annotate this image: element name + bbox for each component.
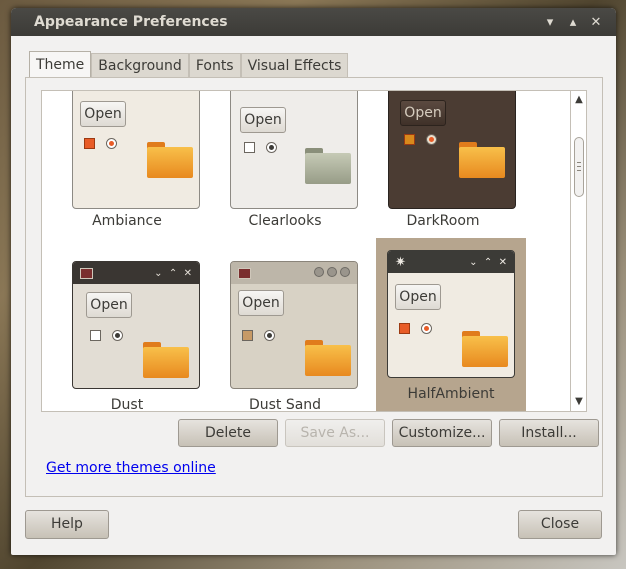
close-window-button[interactable]: ✕ [588, 14, 604, 30]
maximize-button[interactable]: ▴ [565, 14, 581, 30]
preview-open-button: Open [395, 284, 441, 310]
theme-icon-view[interactable]: Open Ambiance Open Clearlooks Open DarkR… [41, 90, 571, 412]
scroll-up-icon[interactable]: ▲ [573, 94, 585, 106]
theme-preview: ✷ ⌄ ⌃ ✕ Open [387, 250, 515, 378]
theme-name-label: Clearlooks [248, 213, 322, 229]
preview-window-controls-icon [311, 265, 350, 281]
scroll-down-icon[interactable]: ▼ [573, 396, 585, 408]
app-icon [238, 267, 251, 279]
theme-preview: ⌄ ⌃ ✕ Open [72, 261, 200, 389]
preview-titlebar [231, 262, 357, 284]
preview-open-button: Open [238, 290, 284, 316]
checkbox-icon [399, 323, 410, 334]
tab-theme[interactable]: Theme [29, 51, 92, 78]
preview-titlebar: ⌄ ⌃ ✕ [73, 262, 199, 284]
preview-window-controls-icon: ⌄ ⌃ ✕ [469, 256, 507, 268]
checkbox-icon [242, 330, 253, 341]
folder-icon [462, 331, 508, 367]
preview-open-button: Open [240, 107, 286, 133]
install-button[interactable]: Install... [499, 419, 599, 447]
minimize-button[interactable]: ▾ [542, 14, 558, 30]
window-titlebar[interactable]: Appearance Preferences ▾ ▴ ✕ [11, 8, 616, 36]
help-button[interactable]: Help [25, 510, 109, 539]
theme-item-clearlooks[interactable]: Open Clearlooks [210, 91, 360, 236]
tab-bar: Theme Background Fonts Visual Effects [29, 51, 349, 78]
theme-name-label: Ambiance [92, 213, 162, 229]
folder-icon [305, 148, 351, 184]
theme-name-label: Dust Sand [248, 397, 322, 412]
delete-button[interactable]: Delete [178, 419, 278, 447]
checkbox-icon [404, 134, 415, 145]
vertical-scrollbar[interactable]: ▲ ▼ [571, 90, 587, 412]
radio-icon [106, 138, 117, 149]
theme-preview: Open [72, 91, 200, 209]
close-button[interactable]: Close [518, 510, 602, 539]
appearance-preferences-window: Appearance Preferences ▾ ▴ ✕ Theme Backg… [11, 8, 616, 555]
radio-icon [426, 134, 437, 145]
theme-preview: Open [230, 261, 358, 389]
preview-open-button: Open [80, 101, 126, 127]
radio-icon [264, 330, 275, 341]
folder-icon [305, 340, 351, 376]
theme-preview: Open [388, 91, 516, 209]
preview-open-button: Open [86, 292, 132, 318]
theme-item-dust[interactable]: ⌄ ⌃ ✕ Open Dust [52, 247, 202, 412]
tab-visual-effects[interactable]: Visual Effects [240, 53, 349, 78]
radio-icon [421, 323, 432, 334]
radio-icon [266, 142, 277, 153]
get-more-themes-link[interactable]: Get more themes online [46, 460, 216, 476]
checkbox-icon [90, 330, 101, 341]
theme-preview: Open [230, 91, 358, 209]
theme-name-label: DarkRoom [406, 213, 480, 229]
theme-name-label: Dust [110, 397, 144, 412]
tab-fonts[interactable]: Fonts [188, 53, 241, 78]
tab-background[interactable]: Background [91, 53, 189, 78]
app-icon [80, 267, 93, 279]
theme-name-label: HalfAmbient [407, 386, 495, 402]
folder-icon [147, 142, 193, 178]
checkbox-icon [244, 142, 255, 153]
star-icon: ✷ [395, 254, 406, 270]
preview-titlebar: ✷ ⌄ ⌃ ✕ [388, 251, 514, 273]
folder-icon [143, 342, 189, 378]
preview-open-button: Open [400, 100, 446, 126]
theme-tab-panel: Open Ambiance Open Clearlooks Open DarkR… [25, 77, 603, 497]
folder-icon [459, 142, 505, 178]
radio-icon [112, 330, 123, 341]
theme-item-darkroom[interactable]: Open DarkRoom [368, 91, 518, 236]
theme-item-ambiance[interactable]: Open Ambiance [52, 91, 202, 236]
window-title: Appearance Preferences [34, 14, 228, 30]
checkbox-icon [84, 138, 95, 149]
theme-item-halfambient[interactable]: ✷ ⌄ ⌃ ✕ Open HalfAmbient [376, 238, 526, 411]
save-as-button[interactable]: Save As... [285, 419, 385, 447]
window-controls: ▾ ▴ ✕ [542, 14, 604, 30]
scroll-thumb[interactable] [574, 137, 584, 197]
customize-button[interactable]: Customize... [392, 419, 492, 447]
preview-window-controls-icon: ⌄ ⌃ ✕ [154, 267, 192, 279]
theme-item-dust-sand[interactable]: Open Dust Sand [210, 247, 360, 412]
